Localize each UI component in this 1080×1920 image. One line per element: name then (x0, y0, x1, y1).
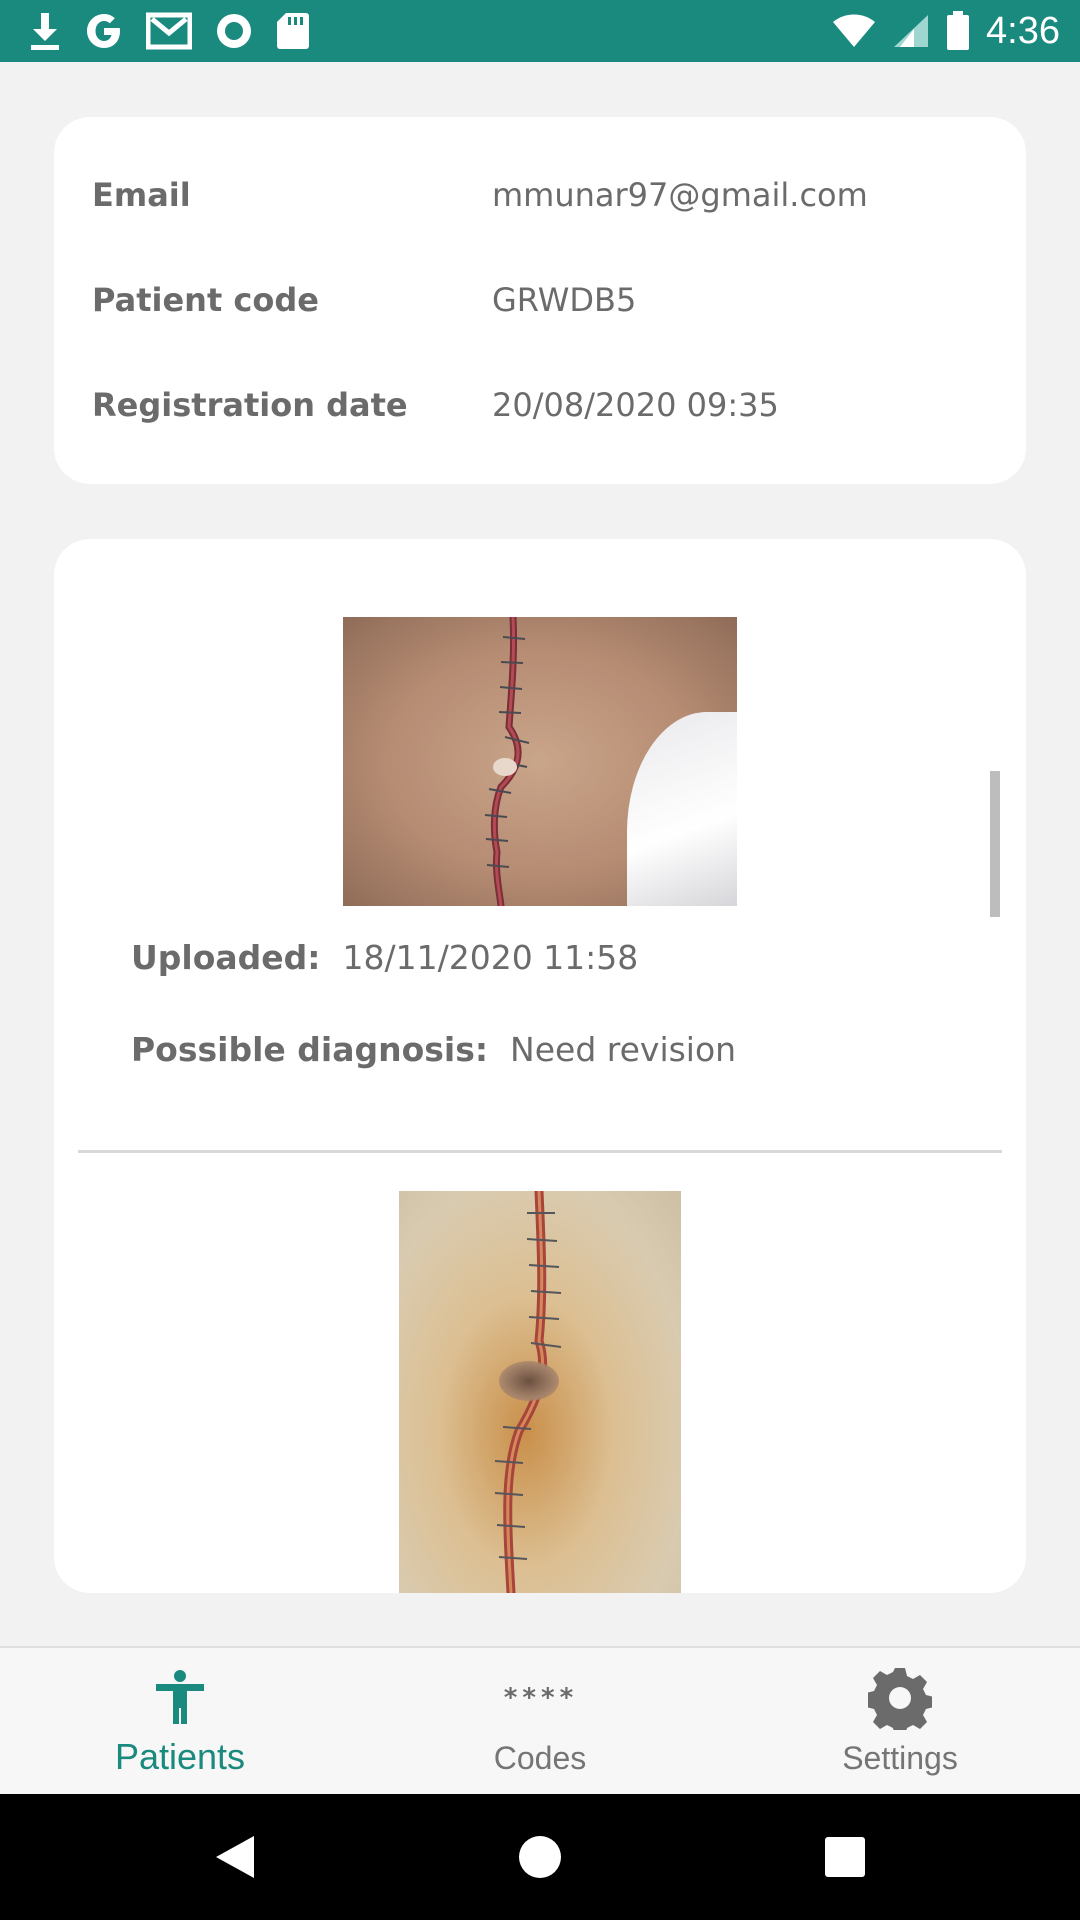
google-icon (84, 11, 124, 51)
nav-settings[interactable]: Settings (720, 1648, 1080, 1796)
wound-photo[interactable] (399, 1191, 681, 1593)
wound-photo[interactable] (343, 617, 737, 906)
uploads-list[interactable]: Uploaded: 18/11/2020 11:58 Possible diag… (54, 539, 1026, 1593)
scrollbar[interactable] (990, 771, 1000, 917)
record-icon (214, 11, 254, 51)
asterisks-icon: **** (360, 1668, 720, 1728)
sd-card-icon (276, 11, 310, 51)
divider (78, 1150, 1002, 1153)
home-icon[interactable] (485, 1794, 595, 1920)
gmail-icon (146, 11, 192, 51)
navel-detail (499, 1361, 559, 1401)
patient-info-card: Email mmunar97@gmail.com Patient code GR… (54, 117, 1026, 484)
recents-icon[interactable] (790, 1794, 900, 1920)
registration-date-label: Registration date (92, 386, 408, 424)
gear-icon (720, 1668, 1080, 1730)
wifi-icon (832, 13, 876, 49)
status-bar: 4:36 (0, 0, 1080, 62)
email-value: mmunar97@gmail.com (492, 176, 868, 214)
download-icon (28, 11, 62, 51)
nav-codes[interactable]: **** Codes (360, 1648, 720, 1796)
clock: 4:36 (986, 9, 1060, 52)
diagnosis-row: Possible diagnosis: Need revision (131, 1024, 736, 1074)
registration-date-value: 20/08/2020 09:35 (492, 386, 779, 424)
uploaded-row: Uploaded: 18/11/2020 11:58 (131, 932, 638, 982)
signal-icon (892, 13, 930, 49)
uploaded-label: Uploaded: (131, 937, 321, 977)
bottom-navigation: Patients **** Codes Settings (0, 1646, 1080, 1796)
diagnosis-value: Need revision (510, 1029, 737, 1069)
nav-patients[interactable]: Patients (0, 1648, 360, 1796)
system-navigation-bar (0, 1794, 1080, 1920)
back-icon[interactable] (180, 1794, 290, 1920)
accessibility-icon (0, 1668, 360, 1728)
battery-icon (946, 11, 970, 51)
patient-code-label: Patient code (92, 281, 319, 319)
patient-code-value: GRWDB5 (492, 281, 637, 319)
nav-patients-label: Patients (114, 1736, 246, 1777)
codes-icon-text: **** (502, 1683, 578, 1713)
email-label: Email (92, 176, 191, 214)
nav-codes-label: Codes (493, 1740, 587, 1776)
nav-settings-label: Settings (842, 1740, 958, 1776)
uploaded-value: 18/11/2020 11:58 (342, 937, 639, 977)
diagnosis-label: Possible diagnosis: (131, 1029, 489, 1069)
